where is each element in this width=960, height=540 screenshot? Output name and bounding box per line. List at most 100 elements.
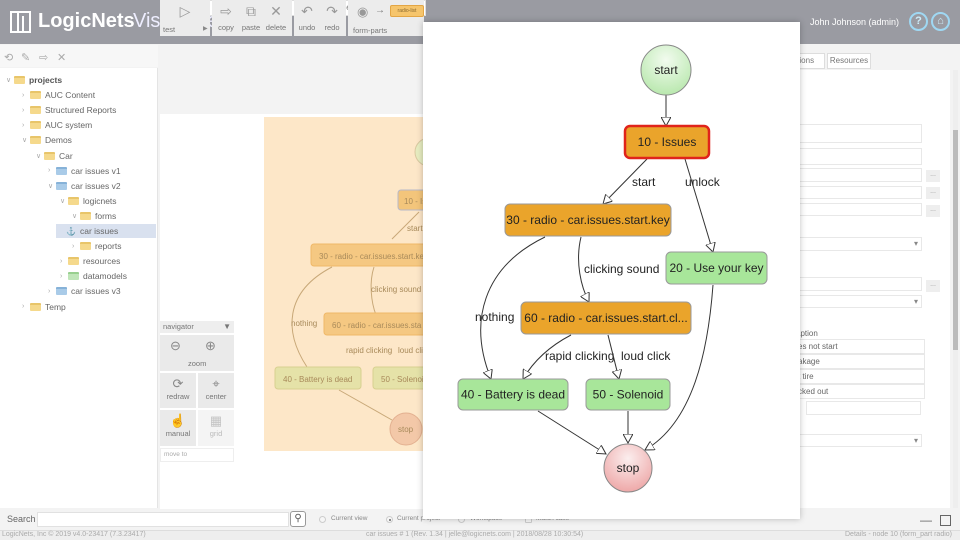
- chevron-down-icon[interactable]: ∨: [72, 212, 80, 220]
- option-row[interactable]: t tire: [795, 369, 925, 384]
- navigator-header[interactable]: navigator ▼: [160, 321, 234, 333]
- property-field-2[interactable]: [795, 148, 922, 165]
- project-folder-icon: [56, 181, 67, 190]
- tree-item-label: car issues v2: [71, 180, 121, 191]
- tree-item[interactable]: ∨ Car: [36, 149, 73, 163]
- form-parts-label: form-parts: [353, 26, 388, 35]
- property-field-5[interactable]: [795, 203, 922, 216]
- tree-item[interactable]: › Temp: [22, 300, 66, 314]
- undo-icon: ↶: [301, 3, 313, 19]
- tree-item[interactable]: › car issues v1: [48, 164, 121, 178]
- folder-icon: [30, 121, 41, 130]
- node-n10-label: 10 - Issues: [638, 135, 697, 149]
- minimize-icon[interactable]: —: [920, 513, 932, 527]
- test-button[interactable]: ▷: [173, 0, 197, 36]
- chevron-down-icon[interactable]: ∨: [36, 152, 44, 160]
- tree-item[interactable]: › reports: [72, 239, 121, 253]
- user-name[interactable]: John Johnson (admin): [810, 17, 899, 27]
- option-row[interactable]: akage: [795, 354, 925, 369]
- history-group: ↶ undo ↷ redo: [294, 0, 346, 36]
- maximize-icon[interactable]: [940, 515, 951, 526]
- center-button[interactable]: ⌖ center: [198, 373, 234, 408]
- tree-item[interactable]: ⚓ car issues: [56, 224, 156, 238]
- delete-icon[interactable]: ✕: [57, 51, 66, 64]
- grid-button[interactable]: ▦ grid: [198, 410, 234, 446]
- test-menu-arrow[interactable]: ▶: [203, 25, 208, 32]
- chevron-right-icon[interactable]: ›: [60, 258, 68, 265]
- copy-button[interactable]: ⇨ copy: [214, 0, 238, 36]
- tree-item[interactable]: › AUC system: [22, 118, 92, 132]
- zoom-out-icon[interactable]: ⊖: [170, 338, 181, 354]
- browse-button-6[interactable]: ...: [926, 280, 940, 292]
- home-icon[interactable]: ⌂: [931, 12, 950, 31]
- refresh-icon[interactable]: ⟲: [4, 51, 13, 64]
- tree-item[interactable]: ∨ forms: [72, 209, 116, 223]
- tree-item[interactable]: ∨ car issues v2: [48, 179, 121, 193]
- chevron-down-icon[interactable]: ∨: [48, 182, 56, 190]
- folder-icon: [30, 106, 41, 115]
- chevron-right-icon[interactable]: ›: [22, 303, 30, 310]
- chevron-right-icon[interactable]: ›: [22, 122, 30, 129]
- undo-button[interactable]: ↶ undo: [295, 0, 319, 36]
- tree-item[interactable]: › car issues v3: [48, 284, 121, 298]
- tab-resources[interactable]: Resources: [827, 53, 871, 69]
- property-field-4[interactable]: [795, 186, 922, 199]
- scope-current-project-radio[interactable]: [386, 516, 393, 523]
- redraw-button[interactable]: ⟳ redraw: [160, 373, 196, 408]
- form-parts-group: ◉ → radio-list form-parts: [348, 0, 424, 36]
- tree-item[interactable]: › Structured Reports: [22, 103, 116, 117]
- zoom-in-icon[interactable]: ⊕: [205, 338, 216, 354]
- browse-button-5[interactable]: ...: [926, 205, 940, 217]
- edge-n40-stop: [537, 410, 606, 454]
- chevron-right-icon[interactable]: ›: [48, 167, 56, 174]
- new-option-input[interactable]: [806, 401, 921, 415]
- edge-label: rapid clicking: [545, 349, 614, 363]
- property-field-6[interactable]: [795, 277, 922, 291]
- scope-current-view-radio[interactable]: [319, 516, 326, 523]
- property-select-2[interactable]: [795, 295, 922, 308]
- redo-button[interactable]: ↷ redo: [320, 0, 344, 36]
- tree-item[interactable]: ∨ Demos: [22, 133, 72, 147]
- delete-button[interactable]: ✕ delete: [264, 0, 288, 36]
- tree-item[interactable]: ∨ projects: [6, 73, 62, 87]
- paste-button[interactable]: ⧉ paste: [239, 0, 263, 36]
- search-button[interactable]: ⚲: [290, 511, 306, 527]
- property-select-3[interactable]: [795, 434, 922, 447]
- browse-button-4[interactable]: ...: [926, 187, 940, 199]
- folder-icon: [44, 151, 55, 160]
- search-icon: ⚲: [294, 513, 302, 524]
- background-flow: 10 - Is start 30 - radio - car.issues.st…: [274, 137, 444, 446]
- help-icon[interactable]: ?: [909, 12, 928, 31]
- chevron-right-icon[interactable]: ›: [72, 243, 80, 250]
- tree-item-label: resources: [83, 256, 121, 267]
- browse-button-3[interactable]: ...: [926, 170, 940, 182]
- tree-item[interactable]: › resources: [60, 254, 120, 268]
- option-row[interactable]: es not start: [795, 339, 925, 354]
- tree-item[interactable]: › datamodels: [60, 269, 127, 283]
- chevron-right-icon[interactable]: ›: [22, 92, 30, 99]
- radio-list-part[interactable]: radio-list: [390, 5, 424, 17]
- collapse-icon[interactable]: ▼: [223, 321, 231, 333]
- edit-icon[interactable]: ✎: [21, 51, 30, 64]
- properties-scrollbar-thumb[interactable]: [953, 130, 958, 350]
- property-field-1[interactable]: [795, 124, 922, 143]
- play-icon: ▷: [179, 3, 191, 19]
- tree-item-label: logicnets: [83, 195, 117, 206]
- property-select-1[interactable]: [795, 237, 922, 251]
- manual-button[interactable]: ☝ manual: [160, 410, 196, 446]
- option-row[interactable]: cked out: [795, 384, 925, 399]
- edit-group: ⇨ copy ⧉ paste ✕ delete: [212, 0, 292, 36]
- arrow-icon: →: [375, 5, 385, 16]
- chevron-down-icon[interactable]: ∨: [60, 197, 68, 205]
- tree-item[interactable]: › AUC Content: [22, 88, 95, 102]
- search-input[interactable]: [37, 512, 289, 527]
- chevron-right-icon[interactable]: ›: [22, 107, 30, 114]
- import-icon[interactable]: ⇨: [39, 51, 48, 64]
- chevron-right-icon[interactable]: ›: [60, 273, 68, 280]
- tree-item[interactable]: ∨ logicnets: [60, 194, 117, 208]
- property-field-3[interactable]: [795, 168, 922, 182]
- chevron-right-icon[interactable]: ›: [48, 288, 56, 295]
- chevron-down-icon[interactable]: ∨: [22, 136, 30, 144]
- move-to-input[interactable]: move to: [160, 448, 234, 462]
- chevron-down-icon[interactable]: ∨: [6, 76, 14, 84]
